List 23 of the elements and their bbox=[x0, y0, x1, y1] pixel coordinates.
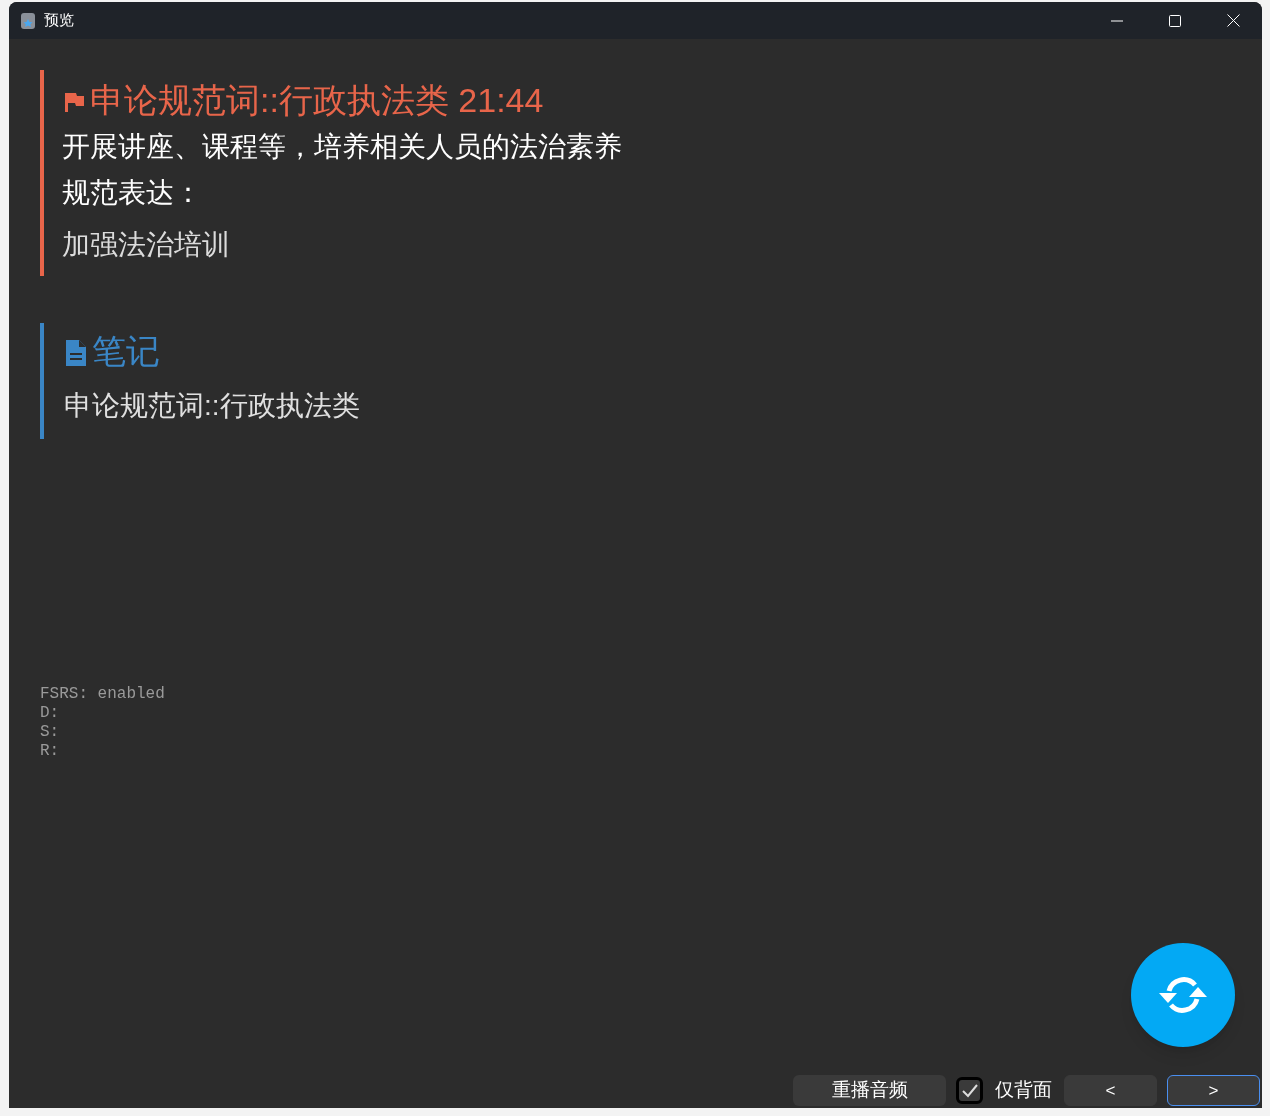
flag-icon bbox=[62, 90, 86, 114]
fsrs-stat: FSRS: enabled bbox=[40, 685, 166, 704]
fsrs-stat: D: bbox=[40, 704, 61, 723]
next-button[interactable]: > bbox=[1167, 1075, 1260, 1106]
back-only-label: 仅背面 bbox=[995, 1078, 1052, 1103]
notes-title: 笔记 bbox=[92, 331, 160, 372]
answer-text: 加强法治培训 bbox=[62, 228, 231, 262]
back-only-checkbox[interactable] bbox=[956, 1077, 983, 1104]
window-title: 预览 bbox=[44, 10, 74, 31]
minimize-icon bbox=[1111, 19, 1123, 22]
prompt-text: 开展讲座、课程等，培养相关人员的法治素养 bbox=[62, 130, 623, 164]
card-title: 申论规范词::行政执法类 21:44 bbox=[90, 80, 544, 121]
check-icon bbox=[961, 1083, 978, 1098]
close-icon bbox=[1226, 14, 1240, 27]
previous-button[interactable]: < bbox=[1064, 1075, 1157, 1106]
replay-audio-button[interactable]: 重播音频 bbox=[793, 1075, 946, 1106]
fsrs-stat: R: bbox=[40, 742, 61, 761]
notes-text: 申论规范词::行政执法类 bbox=[64, 389, 361, 423]
maximize-icon bbox=[1169, 14, 1181, 27]
prompt-text: 规范表达： bbox=[62, 176, 203, 210]
app-icon bbox=[21, 12, 35, 29]
fsrs-stat: S: bbox=[40, 723, 61, 742]
document-icon bbox=[64, 338, 88, 368]
